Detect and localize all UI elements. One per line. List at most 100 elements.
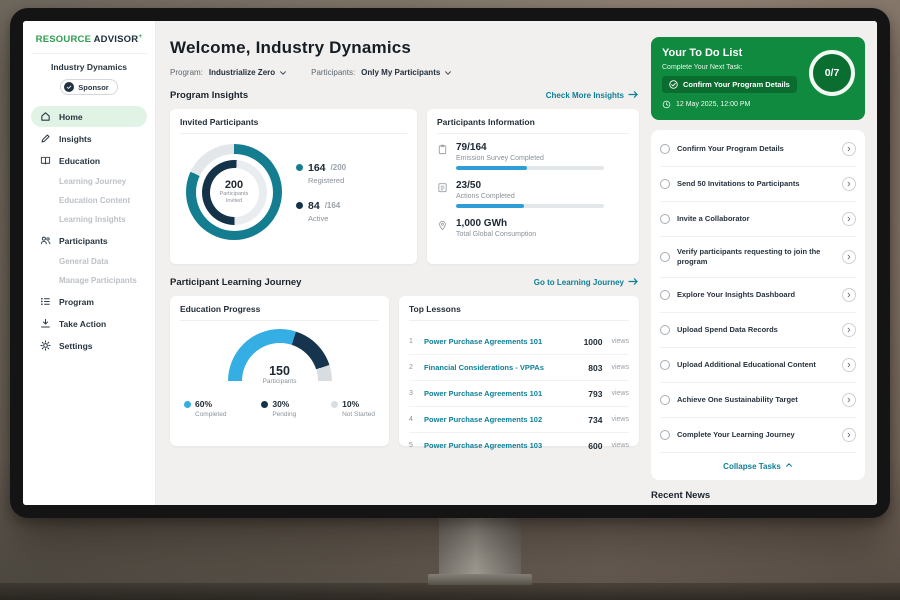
clipboard-icon bbox=[437, 144, 448, 155]
gauge-legend: 60% Completed 30% Pending 10% Not Starte… bbox=[180, 399, 379, 418]
check-more-insights-link[interactable]: Check More Insights bbox=[546, 90, 639, 101]
stat-value: 79/164 bbox=[456, 142, 604, 153]
task-row[interactable]: Confirm Your Program Details bbox=[660, 132, 856, 167]
due-date-label: 12 May 2025, 12:00 PM bbox=[676, 101, 750, 108]
task-checkbox[interactable] bbox=[660, 144, 670, 154]
brand-name-part1: RESOURCE bbox=[36, 34, 91, 45]
donut-center-value: 200 bbox=[225, 179, 243, 191]
task-checkbox[interactable] bbox=[660, 430, 670, 440]
task-open-button[interactable] bbox=[842, 428, 856, 442]
lesson-link[interactable]: Power Purchase Agreements 101 bbox=[424, 389, 581, 398]
gear-icon bbox=[40, 340, 51, 351]
sidebar-item-settings[interactable]: Settings bbox=[31, 335, 147, 356]
participants-information-card: Participants Information 79/164 Emission… bbox=[427, 109, 639, 264]
sidebar-item-insights[interactable]: Insights bbox=[31, 128, 147, 149]
task-row[interactable]: Achieve One Sustainability Target bbox=[660, 383, 856, 418]
lesson-row: 2 Financial Considerations - VPPAs 803 v… bbox=[409, 355, 629, 381]
task-label: Verify participants requesting to join t… bbox=[677, 247, 835, 267]
org-block: Industry Dynamics Sponsor bbox=[31, 54, 147, 105]
task-checkbox[interactable] bbox=[660, 290, 670, 300]
task-row[interactable]: Upload Spend Data Records bbox=[660, 313, 856, 348]
task-checkbox[interactable] bbox=[660, 179, 670, 189]
stat-value: 23/50 bbox=[456, 180, 604, 191]
task-open-button[interactable] bbox=[842, 177, 856, 191]
task-open-button[interactable] bbox=[842, 212, 856, 226]
chevron-up-icon bbox=[785, 461, 793, 471]
lesson-row: 3 Power Purchase Agreements 101 793 view… bbox=[409, 381, 629, 407]
program-select-value: Industrialize Zero bbox=[209, 68, 275, 77]
sidebar-item-education[interactable]: Education bbox=[31, 150, 147, 171]
task-row[interactable]: Send 50 Invitations to Participants bbox=[660, 167, 856, 202]
lesson-views-unit: views bbox=[611, 338, 629, 345]
collapse-tasks-label: Collapse Tasks bbox=[723, 462, 781, 471]
task-row[interactable]: Verify participants requesting to join t… bbox=[660, 237, 856, 278]
sidebar-item-participants[interactable]: Participants bbox=[31, 230, 147, 251]
learning-journey-header: Participant Learning Journey Go to Learn… bbox=[170, 277, 639, 288]
right-panel: Your To Do List Complete Your Next Task:… bbox=[651, 21, 877, 505]
lesson-views-unit: views bbox=[611, 442, 629, 449]
task-open-button[interactable] bbox=[842, 358, 856, 372]
gauge-center-value: 150 bbox=[224, 364, 336, 378]
lesson-link[interactable]: Financial Considerations - VPPAs bbox=[424, 363, 581, 372]
legend-registered: 164 /200 Registered bbox=[296, 162, 346, 185]
program-select[interactable]: Industrialize Zero bbox=[209, 68, 287, 77]
book-icon bbox=[40, 155, 51, 166]
stat-label: Emission Survey Completed bbox=[456, 155, 604, 162]
legend-dot-not-started bbox=[331, 401, 338, 408]
task-row[interactable]: Complete Your Learning Journey bbox=[660, 418, 856, 453]
clock-icon bbox=[662, 100, 671, 109]
task-open-button[interactable] bbox=[842, 288, 856, 302]
task-open-button[interactable] bbox=[842, 142, 856, 156]
filters-row: Program: Industrialize Zero Participants… bbox=[170, 68, 639, 77]
todo-progress-ring: 0/7 bbox=[809, 50, 855, 96]
sponsor-badge-label: Sponsor bbox=[78, 83, 108, 92]
task-checkbox[interactable] bbox=[660, 214, 670, 224]
go-to-learning-journey-link[interactable]: Go to Learning Journey bbox=[534, 277, 639, 288]
task-open-button[interactable] bbox=[842, 393, 856, 407]
section-title: Program Insights bbox=[170, 90, 248, 101]
task-row[interactable]: Invite a Collaborator bbox=[660, 202, 856, 237]
sidebar-item-learning-insights[interactable]: Learning Insights bbox=[31, 210, 147, 229]
sponsor-badge[interactable]: Sponsor bbox=[60, 79, 117, 95]
participants-filter-label: Participants: bbox=[311, 68, 355, 77]
progress-bar-fill bbox=[456, 204, 524, 208]
lesson-link[interactable]: Power Purchase Agreements 103 bbox=[424, 441, 581, 450]
lesson-link[interactable]: Power Purchase Agreements 102 bbox=[424, 415, 581, 424]
sidebar-item-program[interactable]: Program bbox=[31, 291, 147, 312]
task-checkbox[interactable] bbox=[660, 360, 670, 370]
legend-label: Completed bbox=[195, 411, 226, 418]
task-checkbox[interactable] bbox=[660, 252, 670, 262]
desk-edge bbox=[0, 583, 900, 600]
legend-pct: 60% bbox=[195, 399, 212, 409]
sidebar-item-manage-participants[interactable]: Manage Participants bbox=[31, 271, 147, 290]
task-checkbox[interactable] bbox=[660, 395, 670, 405]
task-label: Explore Your Insights Dashboard bbox=[677, 290, 835, 300]
lesson-views: 600 bbox=[588, 441, 602, 451]
sidebar-item-learning-journey[interactable]: Learning Journey bbox=[31, 172, 147, 191]
stat-label: Total Global Consumption bbox=[456, 231, 536, 238]
sidebar-item-take-action[interactable]: Take Action bbox=[31, 313, 147, 334]
check-circle-icon bbox=[669, 80, 678, 89]
task-open-button[interactable] bbox=[842, 323, 856, 337]
next-task-pill[interactable]: Confirm Your Program Details bbox=[662, 76, 797, 93]
sidebar-item-home[interactable]: Home bbox=[31, 106, 147, 127]
task-open-button[interactable] bbox=[842, 250, 856, 264]
lesson-rank: 4 bbox=[409, 416, 417, 423]
chevron-down-icon bbox=[444, 69, 452, 77]
task-row[interactable]: Explore Your Insights Dashboard bbox=[660, 278, 856, 313]
sidebar-item-general-data[interactable]: General Data bbox=[31, 252, 147, 271]
legend-dot-registered bbox=[296, 164, 303, 171]
task-row[interactable]: Upload Additional Educational Content bbox=[660, 348, 856, 383]
recent-news-title: Recent News bbox=[651, 490, 865, 501]
org-name: Industry Dynamics bbox=[31, 62, 147, 72]
task-label: Invite a Collaborator bbox=[677, 214, 835, 224]
sidebar-item-education-content[interactable]: Education Content bbox=[31, 191, 147, 210]
lesson-views: 793 bbox=[588, 389, 602, 399]
sidebar-item-label: Take Action bbox=[59, 319, 106, 329]
participants-select[interactable]: Only My Participants bbox=[361, 68, 452, 77]
participants-select-value: Only My Participants bbox=[361, 68, 440, 77]
collapse-tasks-button[interactable]: Collapse Tasks bbox=[660, 453, 856, 480]
card-title: Education Progress bbox=[180, 304, 379, 321]
lesson-link[interactable]: Power Purchase Agreements 101 bbox=[424, 337, 577, 346]
task-checkbox[interactable] bbox=[660, 325, 670, 335]
